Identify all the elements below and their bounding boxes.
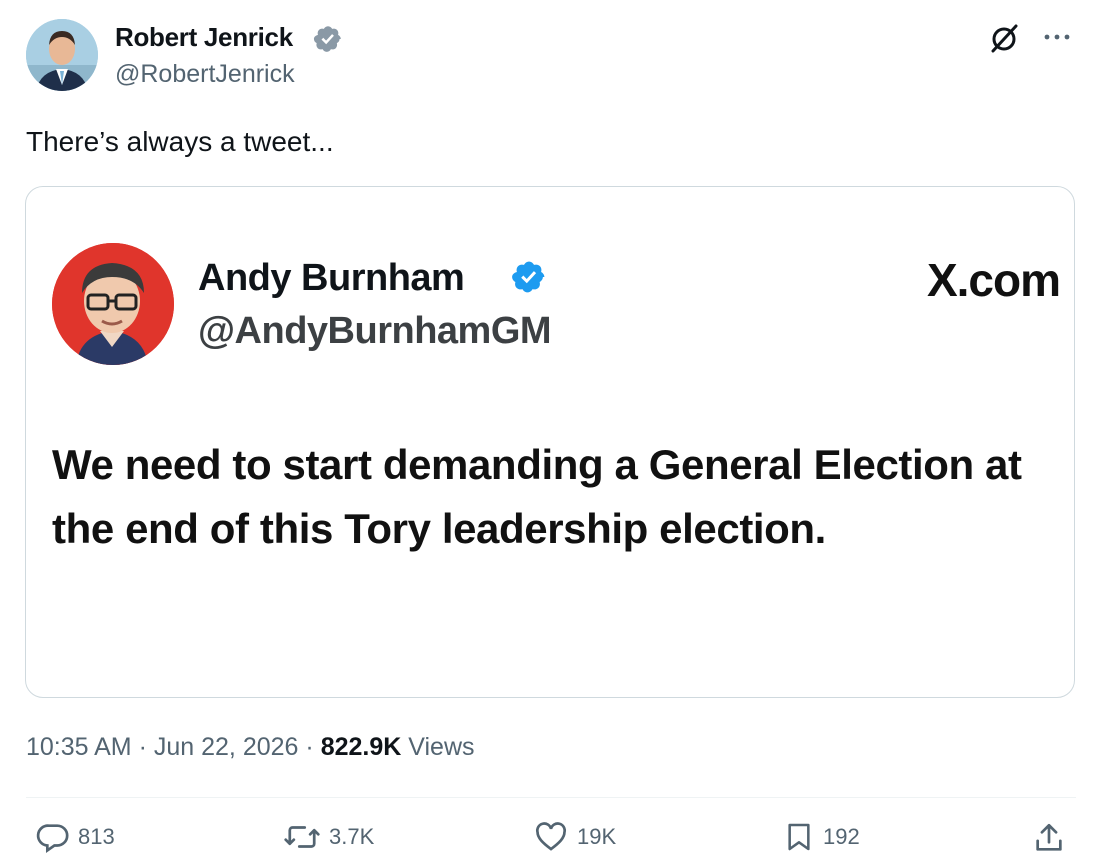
- quoted-author-name: Andy Burnham: [198, 257, 465, 299]
- separator: ·: [138, 733, 154, 761]
- like-count: 19K: [577, 824, 617, 849]
- bookmark-icon: [788, 823, 810, 851]
- reply-icon: [36, 824, 69, 854]
- tweet-meta: 10:35 AM · Jun 22, 2026 · 822.9K Views: [26, 733, 475, 762]
- like-icon: [536, 822, 566, 851]
- reply-count: 813: [78, 824, 115, 849]
- author-avatar[interactable]: [26, 19, 98, 91]
- tweet-date[interactable]: Jun 22, 2026: [154, 733, 299, 761]
- more-icon[interactable]: [1042, 22, 1072, 57]
- separator: ·: [305, 733, 321, 761]
- verified-badge-icon: [313, 24, 343, 59]
- tweet-time[interactable]: 10:35 AM: [26, 733, 132, 761]
- grok-icon[interactable]: [986, 20, 1022, 61]
- views-label: Views: [408, 733, 475, 761]
- quoted-tweet-text: We need to start demanding a General Ele…: [52, 441, 1022, 552]
- repost-count: 3.7K: [329, 824, 375, 849]
- bookmark-count: 192: [823, 824, 860, 849]
- bookmark-button[interactable]: 192: [783, 820, 860, 854]
- quoted-author-handle: @AndyBurnhamGM: [198, 310, 552, 352]
- quoted-avatar: [52, 243, 174, 365]
- embedded-tweet-card[interactable]: Andy Burnham @AndyBurnhamGM X.com We nee…: [25, 186, 1075, 698]
- author-handle[interactable]: @RobertJenrick: [115, 60, 295, 89]
- verified-badge-icon: [511, 259, 547, 300]
- share-button[interactable]: [1032, 820, 1074, 856]
- reply-button[interactable]: 813: [36, 820, 115, 854]
- share-icon: [1036, 823, 1062, 851]
- repost-icon: [284, 826, 320, 848]
- repost-button[interactable]: 3.7K: [283, 820, 374, 854]
- x-com-logo: X.com: [926, 254, 1061, 306]
- like-button[interactable]: 19K: [533, 820, 616, 854]
- author-name[interactable]: Robert Jenrick: [115, 22, 293, 53]
- views-count: 822.9K: [320, 733, 402, 761]
- tweet-text: There’s always a tweet...: [26, 126, 334, 157]
- divider: [26, 797, 1076, 798]
